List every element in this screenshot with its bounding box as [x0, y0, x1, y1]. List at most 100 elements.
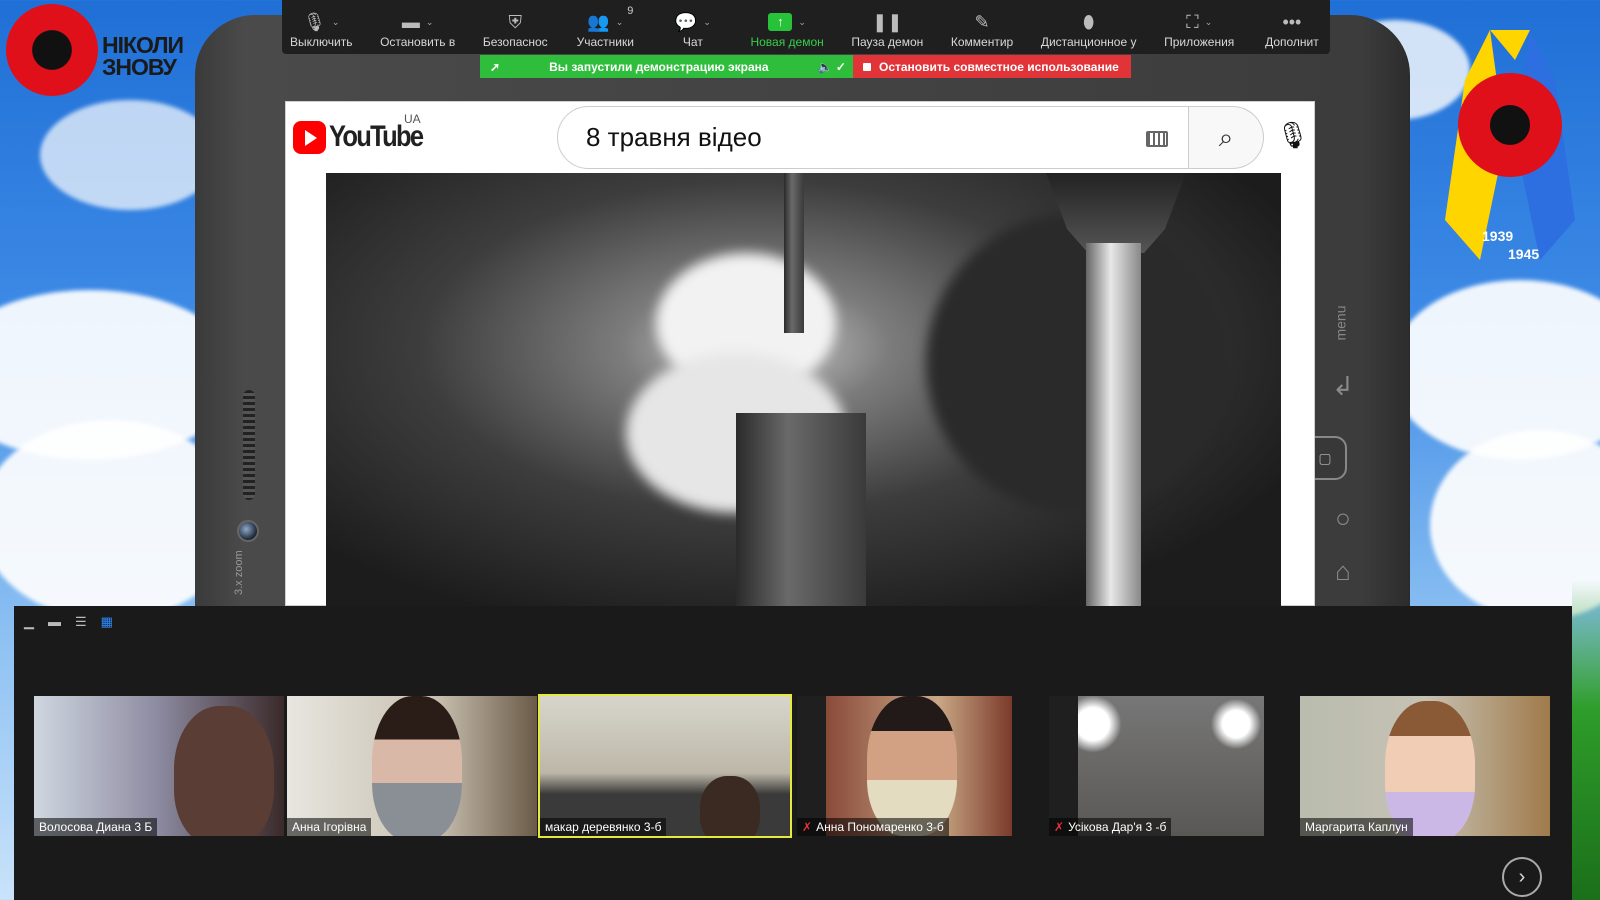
participant-tile[interactable]: Маргарита Каплун	[1300, 696, 1550, 836]
participant-tile-active-speaker[interactable]: макар деревянко 3-б	[538, 694, 792, 838]
participant-video	[1078, 696, 1264, 836]
toolbar-security-button[interactable]: ⛨ Безопаснос	[483, 0, 548, 54]
participant-name-text: Маргарита Каплун	[1305, 820, 1408, 834]
more-icon: •••	[1282, 12, 1302, 32]
youtube-window: YouTube UA 8 травня відео ⌕ 🎙	[285, 101, 1315, 607]
toolbar-apps-button[interactable]: ⛶ ⌄ Приложения	[1164, 0, 1234, 54]
stop-share-label: Остановить совместное использование	[879, 59, 1119, 74]
toolbar-annotate-button[interactable]: ✎ Комментир	[951, 0, 1013, 54]
ribbon-year-end: 1945	[1508, 246, 1540, 262]
participant-tile[interactable]: Анна Ігорівна	[287, 696, 537, 836]
chevron-right-icon: ›	[1518, 865, 1526, 888]
toolbar-remote-control-button[interactable]: ⬮ Дистанционное у	[1041, 0, 1137, 54]
toolbar-label: Выключить	[290, 35, 353, 49]
participant-name-text: макар деревянко 3-б	[545, 820, 662, 834]
chevron-down-icon[interactable]: ⌄	[703, 9, 711, 35]
toolbar-pause-share-button[interactable]: ❚❚ Пауза демон	[851, 0, 923, 54]
ribbon-year-start: 1939	[1482, 228, 1514, 244]
grid-view-icon[interactable]: ▦	[101, 614, 113, 630]
chevron-down-icon[interactable]: ⌄	[1205, 9, 1213, 35]
participant-tile[interactable]: ✗ Анна Пономаренко 3-б	[797, 696, 1012, 836]
grass-decoration	[1572, 580, 1600, 900]
toolbar-label: Новая демон	[750, 35, 824, 49]
pause-icon: ❚❚	[872, 12, 903, 32]
smoke-cloud	[926, 213, 1226, 513]
participant-tile[interactable]: Волосова Диана 3 Б	[34, 696, 284, 836]
search-query-text: 8 травня відео	[586, 122, 762, 152]
participant-name: макар деревянко 3-б	[540, 818, 667, 836]
chat-icon: 💬	[674, 12, 698, 32]
toolbar-label: Участники	[576, 35, 634, 49]
screen-share-status-banner: ➚ Вы запустили демонстрацию экрана 🔈 ✓	[480, 55, 856, 78]
toolbar-label: Чат	[682, 35, 703, 49]
zoom-toolbar: 🎙 ⌄ Выключить ▬ ⌄ Остановить в ⛨ Безопасно…	[282, 0, 1330, 54]
video-player[interactable]	[326, 173, 1281, 607]
share-status-text: Вы запустили демонстрацию экрана	[549, 59, 769, 74]
participant-name-text: Усікова Дар'я 3 -б	[1068, 820, 1167, 834]
logo-line-2: ЗНОВУ	[102, 54, 177, 80]
toolbar-label: Дополнит	[1265, 35, 1319, 49]
participants-count: 9	[627, 5, 634, 17]
participant-name: Маргарита Каплун	[1300, 818, 1413, 836]
chevron-down-icon[interactable]: ⌄	[426, 9, 434, 35]
voice-search-microphone-icon[interactable]: 🎙	[1276, 120, 1309, 151]
participant-face	[867, 696, 957, 836]
share-indicator-icon: ➚	[490, 59, 501, 74]
toolbar-participants-button[interactable]: 👥 ⌄ 9 Участники	[575, 0, 635, 54]
participants-icon: 👥	[587, 12, 610, 32]
stop-square-icon	[863, 62, 871, 71]
muted-microphone-icon: ✗	[1054, 820, 1065, 834]
camera-lens-icon	[237, 520, 259, 542]
participant-name-text: Анна Пономаренко 3-б	[816, 820, 944, 834]
speaker-icon[interactable]: 🔈	[818, 60, 833, 74]
share-screen-icon: ↑	[768, 13, 793, 31]
shield-icon: ⛨	[508, 12, 523, 32]
apps-icon: ⛶	[1186, 12, 1199, 32]
youtube-search-button[interactable]: ⌕	[1189, 106, 1264, 169]
poppy-logo-icon	[6, 4, 98, 96]
view-mode-buttons: ▁ ▬ ☰ ▦	[24, 614, 113, 630]
stop-share-button[interactable]: Остановить совместное использование	[853, 55, 1131, 78]
speaker-grille	[243, 390, 255, 500]
chevron-down-icon[interactable]: ⌄	[798, 9, 806, 35]
participant-tile[interactable]: ✗ Усікова Дар'я 3 -б	[1049, 696, 1264, 836]
single-view-icon[interactable]: ▬	[48, 614, 61, 630]
zoom-label: 3.x zoom	[233, 550, 245, 595]
chevron-down-icon[interactable]: ⌄	[616, 9, 624, 35]
minimize-icon[interactable]: ▁	[24, 614, 34, 630]
toolbar-stop-video-button[interactable]: ▬ ⌄ Остановить в	[380, 0, 455, 54]
participant-video	[700, 776, 760, 836]
youtube-play-icon	[293, 120, 326, 154]
toolbar-more-button[interactable]: ••• Дополнит	[1262, 0, 1322, 54]
column	[1086, 243, 1141, 607]
participant-name: ✗ Анна Пономаренко 3-б	[797, 818, 949, 836]
toolbar-label: Дистанционное у	[1040, 35, 1137, 49]
search-icon: ⌕	[1218, 121, 1234, 152]
participant-name: ✗ Усікова Дар'я 3 -б	[1049, 818, 1172, 836]
toolbar-new-share-button[interactable]: ↑ ⌄ Новая демон	[750, 0, 824, 54]
youtube-region: UA	[404, 112, 421, 126]
logo-line-1: НІКОЛИ	[102, 32, 184, 58]
participant-video	[372, 696, 462, 836]
toolbar-chat-button[interactable]: 💬 ⌄ Чат	[663, 0, 723, 54]
strip-view-icon[interactable]: ☰	[75, 614, 87, 630]
return-arrow-icon: ↲	[1332, 371, 1354, 401]
pencil-icon: ✎	[974, 12, 990, 32]
participant-name: Анна Ігорівна	[287, 818, 372, 836]
microphone-icon: 🎙	[303, 12, 326, 32]
participant-video	[174, 706, 274, 836]
never-again-logo: НІКОЛИ ЗНОВУ	[102, 32, 184, 80]
back-arrow-icon: ⌂	[1335, 556, 1351, 586]
chevron-down-icon[interactable]: ⌄	[332, 9, 340, 35]
toolbar-mute-button[interactable]: 🎙 ⌄ Выключить	[290, 0, 352, 54]
mouse-icon: ⬮	[1083, 12, 1095, 32]
toolbar-label: Остановить в	[380, 35, 456, 49]
participant-video	[1385, 701, 1475, 836]
burning-tower	[736, 413, 866, 607]
menu-label: menu	[1332, 305, 1349, 341]
video-camera-icon: ▬	[401, 12, 420, 32]
next-page-button[interactable]: ›	[1502, 857, 1542, 897]
keyboard-icon[interactable]	[1146, 131, 1168, 147]
search-circle-icon: ○	[1335, 503, 1351, 533]
youtube-search-input[interactable]: 8 травня відео	[557, 106, 1189, 169]
